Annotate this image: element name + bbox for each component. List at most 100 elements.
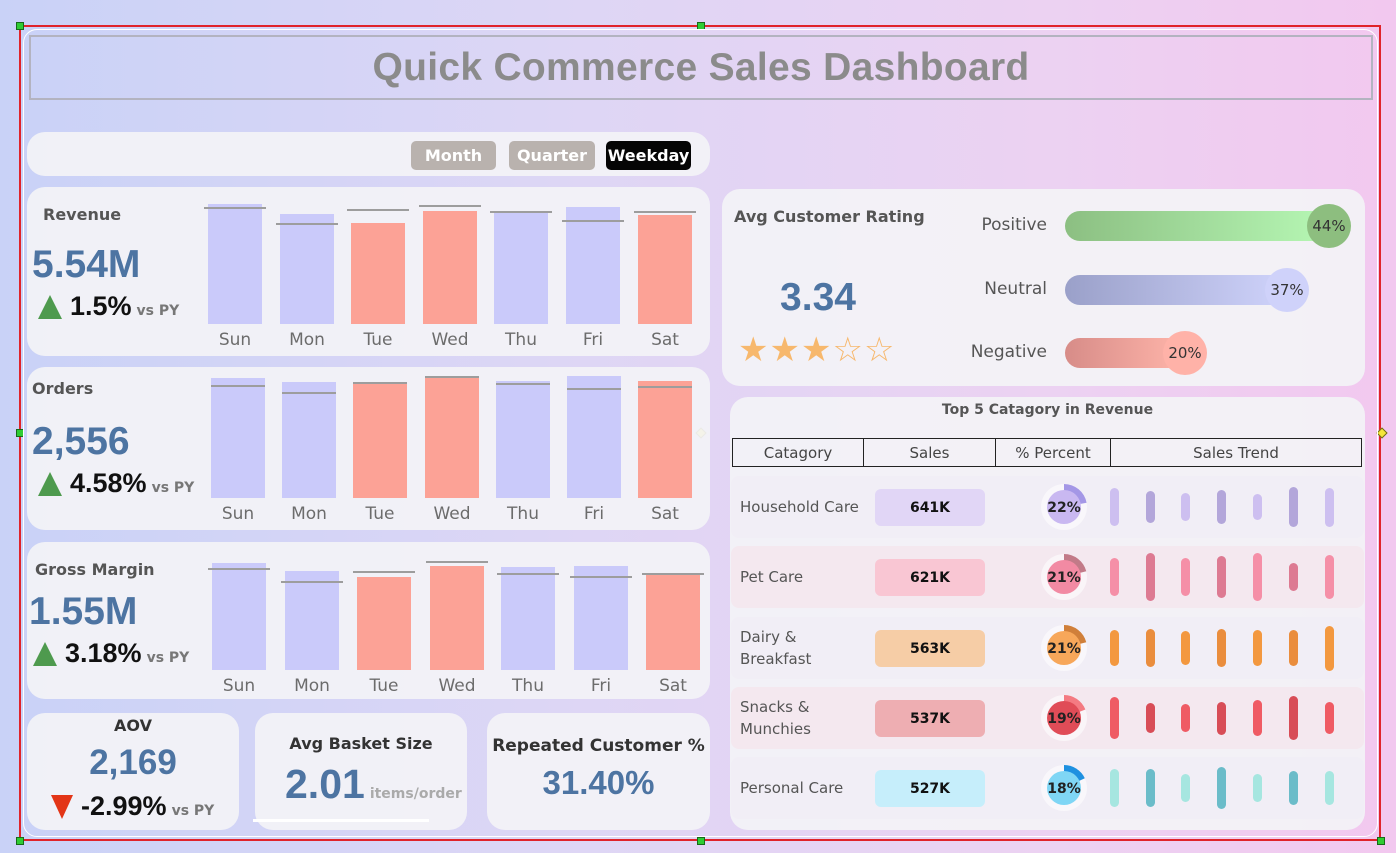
bar-mon[interactable] [285,571,339,670]
sales-trend-bar [1217,556,1226,598]
reference-line-sun [211,384,265,387]
rating-label: Avg Customer Rating [734,207,925,226]
star-empty-icon: ☆ [863,330,896,370]
category-name-line: Breakfast [740,650,812,668]
sales-trend-bar [1146,553,1155,601]
bar-sat[interactable] [638,380,692,498]
sales-trend-bar [1110,488,1119,526]
resize-handle-top-left[interactable] [16,22,24,30]
bar-thu[interactable] [496,380,550,498]
sales-trend-bar [1146,769,1155,807]
revenue-label: Revenue [43,205,122,224]
reference-line-tue [353,382,407,384]
category-name-line: Munchies [740,720,811,738]
gross-margin-label: Gross Margin [35,560,155,579]
category-sales-value: 563K [875,630,985,667]
sales-trend-bar [1325,487,1334,527]
sentiment-bar-neutral[interactable] [1065,275,1287,305]
sales-trend-bar [1289,696,1298,740]
bar-tue[interactable] [357,577,411,670]
reference-line-sat [634,210,696,213]
category-percent-value: 21% [1047,641,1081,657]
day-label-sat: Sat [651,330,679,350]
orders-change: 4.58% vs PY [38,468,194,499]
header-sales-trend[interactable]: Sales Trend [1110,438,1362,467]
category-percent-donut: 18% [1041,765,1087,811]
resize-handle-bottom-right[interactable] [1377,837,1385,845]
sales-trend-bar [1325,625,1334,671]
reference-line-sat [638,386,692,389]
reference-line-mon [282,392,336,395]
day-label-thu: Thu [505,330,537,350]
sales-trend-bar [1181,558,1190,596]
bar-wed[interactable] [425,377,479,498]
bar-mon[interactable] [282,382,336,498]
header-percent[interactable]: % Percent [995,438,1111,467]
star-filled-icon: ★ [769,330,801,370]
bar-sat[interactable] [646,572,700,670]
sales-trend-bar [1217,767,1226,809]
sales-trend-bar [1181,773,1190,803]
bar-thu[interactable] [501,567,555,670]
sentiment-percent-positive: 44% [1307,204,1351,248]
sales-trend-bar [1181,630,1190,666]
toggle-month-button[interactable]: Month [411,141,496,170]
category-name-line: Dairy & [740,628,797,646]
sales-trend-bar [1253,553,1262,601]
resize-handle-bottom[interactable] [697,837,705,845]
reference-line-thu [497,572,559,575]
revenue-vs-label: vs PY [136,303,180,319]
bar-fri[interactable] [566,206,620,324]
header-sales[interactable]: Sales [863,438,996,467]
aov-vs-label: vs PY [171,803,215,819]
sales-trend-bar [1253,494,1262,520]
bar-fri[interactable] [567,376,621,498]
gross-margin-vs-label: vs PY [146,650,190,666]
category-name: Household Care [740,496,859,518]
sales-trend-bar [1181,493,1190,521]
repeat-value: 31.40% [542,764,655,801]
reference-line-sun [208,568,270,571]
bar-sat[interactable] [638,215,692,324]
reference-line-thu [490,210,552,213]
bar-sun[interactable] [212,562,266,670]
sales-trend-bar [1325,771,1334,805]
basket-unit: items/order [369,786,462,802]
toggle-weekday-button[interactable]: Weekday [606,141,691,170]
reference-line-wed [426,561,488,564]
up-arrow-icon [38,294,62,319]
aov-value: 2,169 [89,743,177,782]
bar-tue[interactable] [351,222,405,324]
toggle-quarter-button[interactable]: Quarter [509,141,595,170]
bar-sun[interactable] [211,377,265,498]
bar-tue[interactable] [353,383,407,498]
category-percent-donut: 19% [1041,695,1087,741]
sentiment-bar-positive[interactable] [1065,211,1329,241]
bar-wed[interactable] [430,565,484,670]
orders-vs-label: vs PY [151,480,195,496]
reference-line-wed [419,205,481,208]
resize-handle-bottom-left[interactable] [16,837,24,845]
rating-stars: ★★★☆☆ [738,333,895,367]
bar-wed[interactable] [423,210,477,324]
orders-change-value: 4.58% [70,468,147,498]
bar-fri[interactable] [574,565,628,670]
header-category[interactable]: Catagory [732,438,864,467]
bar-thu[interactable] [494,210,548,324]
sentiment-percent-neutral: 37% [1265,268,1309,312]
basket-label: Avg Basket Size [289,734,433,753]
category-name: Personal Care [740,777,843,799]
sales-trend-bar [1110,630,1119,666]
category-name-line: Pet Care [740,568,804,586]
day-label-wed: Wed [431,330,469,350]
day-label-thu: Thu [512,676,544,696]
bar-sun[interactable] [208,203,262,324]
reference-line-tue [347,209,409,212]
sales-trend-bar [1146,491,1155,523]
category-percent-donut: 21% [1041,625,1087,671]
category-percent-value: 19% [1047,711,1081,727]
bar-mon[interactable] [280,213,334,324]
down-arrow-icon [51,794,73,819]
reference-line-fri [562,219,624,222]
day-label-tue: Tue [369,676,399,696]
